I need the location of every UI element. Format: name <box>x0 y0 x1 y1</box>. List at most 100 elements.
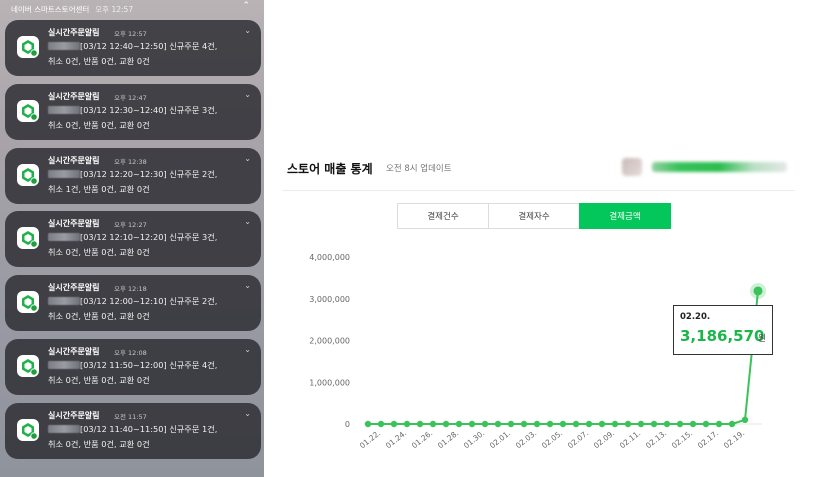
notification-line2: 취소 0건, 반품 0건, 교환 0건 <box>48 247 150 257</box>
data-point[interactable] <box>403 420 411 428</box>
notification-title: 실시간주문알림 <box>48 156 100 165</box>
notification-time: 오후 12:38 <box>114 158 147 166</box>
x-tick-label: 01.24. <box>384 428 408 450</box>
tab-payment-amount[interactable]: 결제금액 <box>579 203 671 229</box>
data-point[interactable] <box>377 420 385 428</box>
data-point[interactable] <box>637 420 645 428</box>
data-point[interactable] <box>416 420 424 428</box>
notification-card[interactable]: 실시간주문알림 오후 12:47 ⌄ [03/12 12:30~12:40] 신규주문… <box>5 84 261 140</box>
x-tick-label: 02.19. <box>722 428 746 450</box>
data-point[interactable] <box>611 420 619 428</box>
data-point[interactable] <box>585 420 593 428</box>
chevron-down-icon[interactable]: ⌄ <box>244 281 251 290</box>
redacted-store-name <box>48 297 80 305</box>
data-point[interactable] <box>520 420 528 428</box>
notification-line2: 취소 0건, 반품 0건, 교환 0건 <box>48 56 150 66</box>
x-tick-label: 02.15. <box>670 428 694 450</box>
smartstore-app-icon <box>17 100 39 122</box>
tab-payer-count[interactable]: 결제자수 <box>488 203 580 229</box>
redacted-store-name <box>48 42 80 50</box>
data-point[interactable] <box>455 420 463 428</box>
notification-group-header[interactable]: 네이버 스마트스토어센터 오후 12:57 ⌃ <box>11 1 256 16</box>
notification-line1: [03/12 12:30~12:40] 신규주문 3건, <box>80 105 218 115</box>
y-tick-label: 0 <box>345 420 350 429</box>
data-point[interactable] <box>429 420 437 428</box>
chevron-down-icon[interactable]: ⌄ <box>244 345 251 354</box>
notification-card[interactable]: 실시간주문알림 오후 12:57 ⌄ [03/12 12:40~12:50] 신규주문… <box>5 20 261 76</box>
x-tick-label: 02.09. <box>592 428 616 450</box>
notification-group-time: 오후 12:57 <box>95 4 134 14</box>
notification-time: 오후 12:57 <box>114 30 147 38</box>
notification-time: 오후 12:18 <box>114 285 147 293</box>
store-profile[interactable] <box>622 156 792 178</box>
notification-line1: [03/12 11:50~12:00] 신규주문 4건, <box>80 360 218 370</box>
redacted-store-name <box>48 106 80 114</box>
store-avatar <box>622 158 642 176</box>
x-tick-label: 02.17. <box>696 428 720 450</box>
data-point[interactable] <box>468 420 476 428</box>
data-point[interactable] <box>715 420 723 428</box>
notification-line2: 취소 1건, 반품 0건, 교환 0건 <box>48 184 150 194</box>
chevron-down-icon[interactable]: ⌄ <box>244 217 251 226</box>
notification-card[interactable]: 실시간주문알림 오전 11:57 ⌄ [03/12 11:40~11:50] 신규주문… <box>5 403 261 459</box>
tab-payment-count[interactable]: 결제건수 <box>397 203 489 229</box>
data-point[interactable] <box>364 420 372 428</box>
chevron-down-icon[interactable]: ⌄ <box>244 90 251 99</box>
data-point[interactable] <box>702 420 710 428</box>
notification-app-name: 네이버 스마트스토어센터 <box>11 4 90 14</box>
notification-card[interactable]: 실시간주문알림 오후 12:38 ⌄ [03/12 12:20~12:30] 신규주문… <box>5 148 261 204</box>
data-point[interactable] <box>442 420 450 428</box>
notification-card[interactable]: 실시간주문알림 오후 12:27 ⌄ [03/12 12:10~12:20] 신규주문… <box>5 211 261 267</box>
metric-tabs: 결제건수 결제자수 결제금액 <box>397 203 671 229</box>
redacted-store-name <box>48 425 80 433</box>
smartstore-app-icon <box>17 36 39 58</box>
smartstore-app-icon <box>17 164 39 186</box>
y-tick-label: 2,000,000 <box>309 337 350 346</box>
data-point[interactable] <box>494 420 502 428</box>
notification-line2: 취소 0건, 반품 0건, 교환 0건 <box>48 439 150 449</box>
notification-title: 실시간주문알림 <box>48 411 100 420</box>
smartstore-app-icon <box>17 419 39 441</box>
highlighted-data-point[interactable] <box>753 286 763 296</box>
data-point[interactable] <box>624 420 632 428</box>
data-point[interactable] <box>546 420 554 428</box>
data-point[interactable] <box>559 420 567 428</box>
x-tick-label: 02.13. <box>644 428 668 450</box>
notification-card[interactable]: 실시간주문알림 오후 12:08 ⌄ [03/12 11:50~12:00] 신규주문… <box>5 339 261 395</box>
chevron-down-icon[interactable]: ⌄ <box>244 154 251 163</box>
chart-tooltip: 02.20. 3,186,570 원 <box>673 305 773 355</box>
chevron-down-icon[interactable]: ⌄ <box>244 26 251 35</box>
header-divider <box>282 190 795 191</box>
data-point[interactable] <box>741 416 749 424</box>
data-point[interactable] <box>663 420 671 428</box>
notification-card[interactable]: 실시간주문알림 오후 12:18 ⌄ [03/12 12:00~12:10] 신규주문… <box>5 275 261 331</box>
data-point[interactable] <box>598 420 606 428</box>
store-name-redacted <box>652 162 787 172</box>
data-point[interactable] <box>507 420 515 428</box>
data-point[interactable] <box>689 420 697 428</box>
data-point[interactable] <box>390 420 398 428</box>
notification-line1: [03/12 12:00~12:10] 신규주문 2건, <box>80 296 218 306</box>
data-point[interactable] <box>572 420 580 428</box>
notification-time: 오전 11:57 <box>114 413 147 421</box>
y-tick-label: 1,000,000 <box>309 378 350 387</box>
smartstore-app-icon <box>17 291 39 313</box>
notification-line1: [03/12 12:10~12:20] 신규주문 3건, <box>80 232 218 242</box>
data-point[interactable] <box>650 420 658 428</box>
chevron-down-icon[interactable]: ⌄ <box>244 409 251 418</box>
x-tick-label: 02.07. <box>566 428 590 450</box>
data-point[interactable] <box>728 420 736 428</box>
data-point[interactable] <box>533 420 541 428</box>
x-tick-label: 02.01. <box>488 428 512 450</box>
data-point[interactable] <box>676 420 684 428</box>
smartstore-app-icon <box>17 227 39 249</box>
notification-line1: [03/12 12:20~12:30] 신규주문 2건, <box>80 169 218 179</box>
chevron-up-icon[interactable]: ⌃ <box>242 1 250 11</box>
x-tick-label: 01.28. <box>436 428 460 450</box>
x-tick-label: 02.03. <box>514 428 538 450</box>
x-tick-label: 01.22. <box>358 428 382 450</box>
notification-panel: 네이버 스마트스토어센터 오후 12:57 ⌃ 실시간주문알림 오후 12:57 ⌄… <box>0 0 264 477</box>
notification-time: 오후 12:08 <box>114 349 147 357</box>
data-point[interactable] <box>481 420 489 428</box>
redacted-store-name <box>48 170 80 178</box>
